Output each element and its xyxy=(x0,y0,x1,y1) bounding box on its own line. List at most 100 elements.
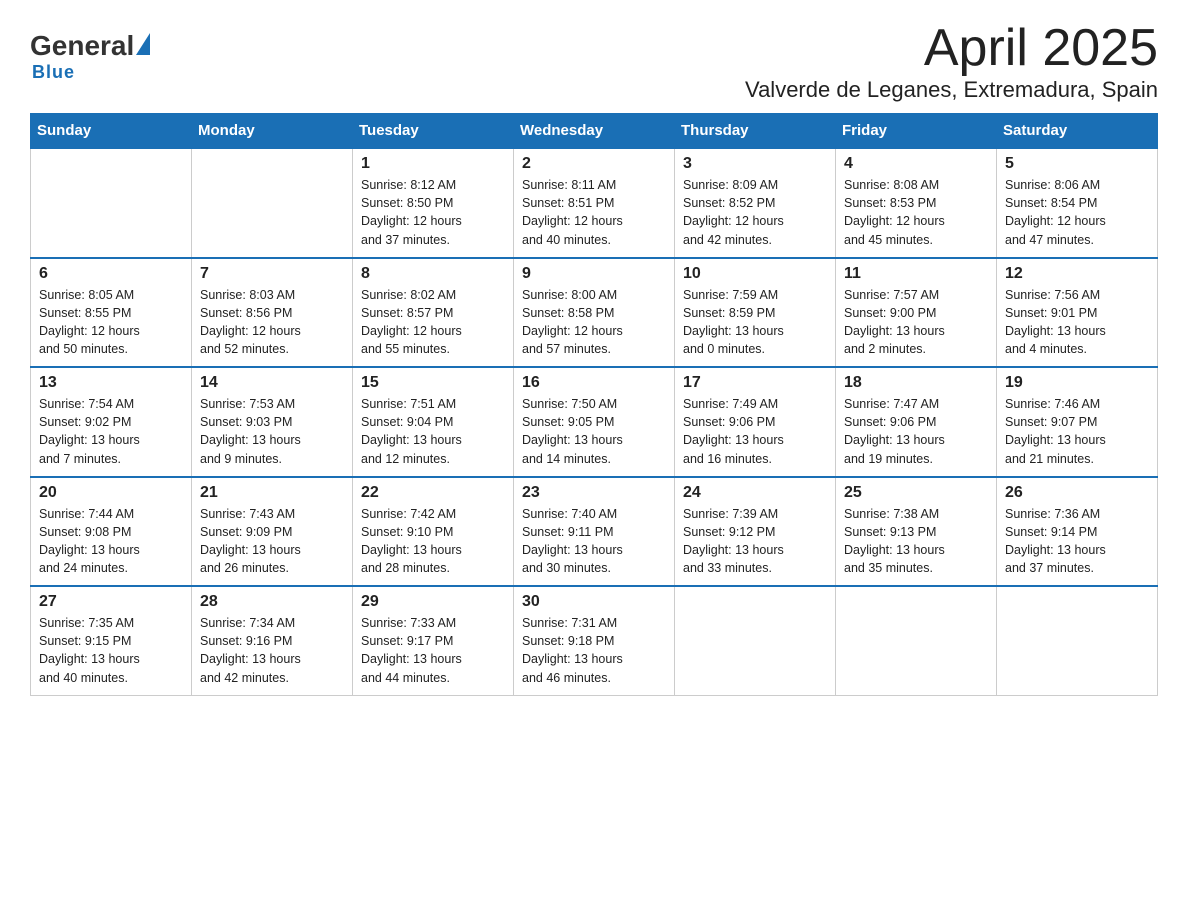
day-info: Sunrise: 8:02 AM Sunset: 8:57 PM Dayligh… xyxy=(361,286,505,359)
calendar-cell: 25 Sunrise: 7:38 AM Sunset: 9:13 PM Dayli… xyxy=(836,477,997,587)
calendar-week-4: 20Sunrise: 7:44 AM Sunset: 9:08 PM Dayli… xyxy=(31,477,1158,587)
calendar-cell: 12 Sunrise: 7:56 AM Sunset: 9:01 PM Dayli… xyxy=(997,258,1158,368)
day-info: Sunrise: 8:11 AM Sunset: 8:51 PM Dayligh… xyxy=(522,176,666,249)
day-info: Sunrise: 8:08 AM Sunset: 8:53 PM Dayligh… xyxy=(844,176,988,249)
day-number: 16 xyxy=(522,374,666,392)
day-info: Sunrise: 7:47 AM Sunset: 9:06 PM Dayligh… xyxy=(844,395,988,468)
day-info: Sunrise: 8:06 AM Sunset: 8:54 PM Dayligh… xyxy=(1005,176,1149,249)
calendar-table: SundayMondayTuesdayWednesdayThursdayFrid… xyxy=(30,113,1158,696)
calendar-cell: 4Sunrise: 8:08 AM Sunset: 8:53 PM Daylig… xyxy=(836,148,997,258)
weekday-header-tuesday: Tuesday xyxy=(353,114,514,149)
calendar-cell: 21 Sunrise: 7:43 AM Sunset: 9:09 PM Dayli… xyxy=(192,477,353,587)
calendar-cell xyxy=(192,148,353,258)
calendar-cell: 20Sunrise: 7:44 AM Sunset: 9:08 PM Dayli… xyxy=(31,477,192,587)
day-info: Sunrise: 8:09 AM Sunset: 8:52 PM Dayligh… xyxy=(683,176,827,249)
day-info: Sunrise: 7:36 AM Sunset: 9:14 PM Dayligh… xyxy=(1005,505,1149,578)
day-number: 10 xyxy=(683,265,827,283)
day-info: Sunrise: 8:12 AM Sunset: 8:50 PM Dayligh… xyxy=(361,176,505,249)
day-info: Sunrise: 7:31 AM Sunset: 9:18 PM Dayligh… xyxy=(522,614,666,687)
calendar-cell xyxy=(31,148,192,258)
subtitle: Valverde de Leganes, Extremadura, Spain xyxy=(745,77,1158,103)
day-number: 15 xyxy=(361,374,505,392)
day-info: Sunrise: 7:59 AM Sunset: 8:59 PM Dayligh… xyxy=(683,286,827,359)
day-number: 23 xyxy=(522,484,666,502)
calendar-cell: 5 Sunrise: 8:06 AM Sunset: 8:54 PM Daylig… xyxy=(997,148,1158,258)
calendar-cell: 7 Sunrise: 8:03 AM Sunset: 8:56 PM Daylig… xyxy=(192,258,353,368)
calendar-cell: 14 Sunrise: 7:53 AM Sunset: 9:03 PM Dayli… xyxy=(192,367,353,477)
day-number: 12 xyxy=(1005,265,1149,283)
weekday-header-thursday: Thursday xyxy=(675,114,836,149)
calendar-cell: 15Sunrise: 7:51 AM Sunset: 9:04 PM Dayli… xyxy=(353,367,514,477)
calendar-cell: 19 Sunrise: 7:46 AM Sunset: 9:07 PM Dayli… xyxy=(997,367,1158,477)
calendar-cell: 17 Sunrise: 7:49 AM Sunset: 9:06 PM Dayli… xyxy=(675,367,836,477)
day-number: 25 xyxy=(844,484,988,502)
day-info: Sunrise: 7:49 AM Sunset: 9:06 PM Dayligh… xyxy=(683,395,827,468)
day-number: 11 xyxy=(844,265,988,283)
calendar-cell: 26 Sunrise: 7:36 AM Sunset: 9:14 PM Dayli… xyxy=(997,477,1158,587)
day-info: Sunrise: 8:05 AM Sunset: 8:55 PM Dayligh… xyxy=(39,286,183,359)
calendar-cell: 23Sunrise: 7:40 AM Sunset: 9:11 PM Dayli… xyxy=(514,477,675,587)
weekday-header-wednesday: Wednesday xyxy=(514,114,675,149)
day-info: Sunrise: 7:46 AM Sunset: 9:07 PM Dayligh… xyxy=(1005,395,1149,468)
day-info: Sunrise: 7:34 AM Sunset: 9:16 PM Dayligh… xyxy=(200,614,344,687)
day-number: 20 xyxy=(39,484,183,502)
calendar-cell: 8 Sunrise: 8:02 AM Sunset: 8:57 PM Daylig… xyxy=(353,258,514,368)
calendar-cell: 16Sunrise: 7:50 AM Sunset: 9:05 PM Dayli… xyxy=(514,367,675,477)
day-number: 13 xyxy=(39,374,183,392)
day-number: 18 xyxy=(844,374,988,392)
calendar-week-2: 6 Sunrise: 8:05 AM Sunset: 8:55 PM Daylig… xyxy=(31,258,1158,368)
calendar-header: SundayMondayTuesdayWednesdayThursdayFrid… xyxy=(31,114,1158,149)
calendar-week-1: 1Sunrise: 8:12 AM Sunset: 8:50 PM Daylig… xyxy=(31,148,1158,258)
day-number: 17 xyxy=(683,374,827,392)
day-number: 26 xyxy=(1005,484,1149,502)
day-info: Sunrise: 7:33 AM Sunset: 9:17 PM Dayligh… xyxy=(361,614,505,687)
day-number: 21 xyxy=(200,484,344,502)
logo-general-text: General xyxy=(30,30,134,62)
day-number: 28 xyxy=(200,593,344,611)
day-info: Sunrise: 7:43 AM Sunset: 9:09 PM Dayligh… xyxy=(200,505,344,578)
calendar-cell: 29 Sunrise: 7:33 AM Sunset: 9:17 PM Dayli… xyxy=(353,586,514,695)
day-number: 29 xyxy=(361,593,505,611)
day-number: 30 xyxy=(522,593,666,611)
day-info: Sunrise: 7:54 AM Sunset: 9:02 PM Dayligh… xyxy=(39,395,183,468)
calendar-week-3: 13 Sunrise: 7:54 AM Sunset: 9:02 PM Dayli… xyxy=(31,367,1158,477)
calendar-cell xyxy=(997,586,1158,695)
calendar-cell: 10 Sunrise: 7:59 AM Sunset: 8:59 PM Dayli… xyxy=(675,258,836,368)
day-number: 19 xyxy=(1005,374,1149,392)
calendar-week-5: 27Sunrise: 7:35 AM Sunset: 9:15 PM Dayli… xyxy=(31,586,1158,695)
calendar-cell: 3 Sunrise: 8:09 AM Sunset: 8:52 PM Daylig… xyxy=(675,148,836,258)
day-info: Sunrise: 7:39 AM Sunset: 9:12 PM Dayligh… xyxy=(683,505,827,578)
calendar-cell: 9 Sunrise: 8:00 AM Sunset: 8:58 PM Daylig… xyxy=(514,258,675,368)
calendar-cell: 11 Sunrise: 7:57 AM Sunset: 9:00 PM Dayli… xyxy=(836,258,997,368)
day-number: 7 xyxy=(200,265,344,283)
day-number: 6 xyxy=(39,265,183,283)
calendar-cell: 27Sunrise: 7:35 AM Sunset: 9:15 PM Dayli… xyxy=(31,586,192,695)
day-info: Sunrise: 7:42 AM Sunset: 9:10 PM Dayligh… xyxy=(361,505,505,578)
day-info: Sunrise: 7:56 AM Sunset: 9:01 PM Dayligh… xyxy=(1005,286,1149,359)
title-area: April 2025 Valverde de Leganes, Extremad… xyxy=(745,20,1158,103)
day-info: Sunrise: 7:57 AM Sunset: 9:00 PM Dayligh… xyxy=(844,286,988,359)
day-info: Sunrise: 7:38 AM Sunset: 9:13 PM Dayligh… xyxy=(844,505,988,578)
weekday-header-friday: Friday xyxy=(836,114,997,149)
day-info: Sunrise: 8:00 AM Sunset: 8:58 PM Dayligh… xyxy=(522,286,666,359)
day-number: 24 xyxy=(683,484,827,502)
day-number: 2 xyxy=(522,155,666,173)
calendar-cell: 1Sunrise: 8:12 AM Sunset: 8:50 PM Daylig… xyxy=(353,148,514,258)
header: General Blue April 2025 Valverde de Lega… xyxy=(30,20,1158,103)
day-number: 5 xyxy=(1005,155,1149,173)
calendar-cell: 6 Sunrise: 8:05 AM Sunset: 8:55 PM Daylig… xyxy=(31,258,192,368)
logo: General Blue xyxy=(30,20,150,83)
calendar-cell: 2 Sunrise: 8:11 AM Sunset: 8:51 PM Daylig… xyxy=(514,148,675,258)
logo-triangle-icon xyxy=(136,33,150,55)
day-info: Sunrise: 7:53 AM Sunset: 9:03 PM Dayligh… xyxy=(200,395,344,468)
day-number: 8 xyxy=(361,265,505,283)
calendar-cell xyxy=(675,586,836,695)
main-title: April 2025 xyxy=(745,20,1158,77)
day-number: 14 xyxy=(200,374,344,392)
calendar-cell: 22 Sunrise: 7:42 AM Sunset: 9:10 PM Dayli… xyxy=(353,477,514,587)
day-number: 22 xyxy=(361,484,505,502)
day-info: Sunrise: 8:03 AM Sunset: 8:56 PM Dayligh… xyxy=(200,286,344,359)
calendar-cell: 18 Sunrise: 7:47 AM Sunset: 9:06 PM Dayli… xyxy=(836,367,997,477)
day-number: 3 xyxy=(683,155,827,173)
day-number: 9 xyxy=(522,265,666,283)
